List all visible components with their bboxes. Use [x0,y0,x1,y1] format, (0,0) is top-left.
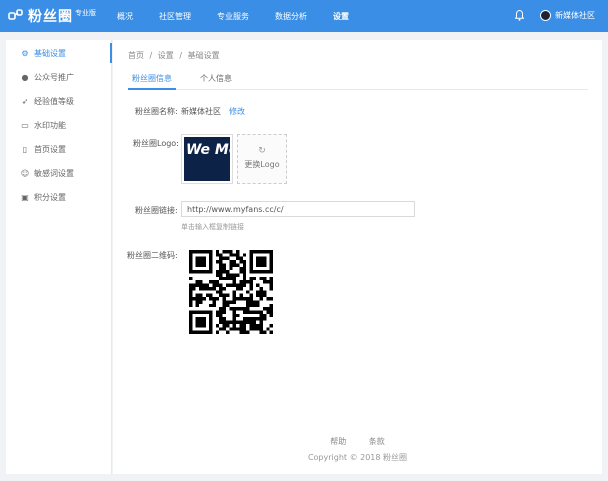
phone-icon: ▯ [22,144,28,154]
topnav-item-community[interactable]: 社区管理 [159,11,191,22]
qr-code-label: 粉丝圈二维码: [127,251,178,260]
logo-label: 粉丝圈Logo: [133,139,179,148]
footer-links: 帮助 条款 [113,436,602,447]
gear-icon: ⚙ [21,48,29,58]
community-name-value: 新媒体社区 [181,107,221,116]
sidebar: ⚙ 基础设置 ● 公众号推广 ➶ 经验值等级 ▭ 水印功能 ▯ 首页设置 ☺ 敏… [6,40,112,474]
topnav-item-analytics[interactable]: 数据分析 [275,11,307,22]
bell-icon[interactable] [515,10,524,21]
breadcrumb-current: 基础设置 [187,51,220,60]
footer-link-help[interactable]: 帮助 [330,437,346,446]
breadcrumb-home[interactable]: 首页 [128,51,144,60]
community-name-label: 粉丝圈名称: [135,107,178,116]
breadcrumb-settings[interactable]: 设置 [158,51,174,60]
tab-community-info[interactable]: 粉丝圈信息 [128,69,176,90]
sidebar-item-experience-levels[interactable]: ➶ 经验值等级 [6,89,111,113]
brand-edition: 专业版 [75,9,96,17]
community-link-input[interactable] [181,201,415,217]
qr-code-image [189,250,273,334]
community-link-label: 粉丝圈链接: [135,206,178,215]
sidebar-item-basic-settings[interactable]: ⚙ 基础设置 [6,41,112,65]
edit-name-button[interactable]: 修改 [229,106,245,117]
top-nav: 概况 社区管理 专业服务 数据分析 设置 [117,0,375,32]
breadcrumb-separator: / [149,51,153,60]
copyright: Copyright © 2018 粉丝圈 [307,453,408,462]
community-logo-image-text: We Medi [186,142,230,158]
refresh-icon: ↻ [258,146,266,156]
topnav-item-settings[interactable]: 设置 [333,11,349,22]
community-logo-preview: We Medi [181,134,233,184]
sidebar-item-label: 水印功能 [34,120,66,130]
brand-name: 粉丝圈 [28,9,73,25]
sidebar-item-label: 基础设置 [34,48,66,58]
topnav-item-services[interactable]: 专业服务 [217,11,249,22]
sidebar-item-homepage-settings[interactable]: ▯ 首页设置 [6,137,111,161]
sidebar-item-points-settings[interactable]: ▣ 积分设置 [6,185,111,209]
brand-logo-icon [8,9,23,20]
brand-logo[interactable]: 粉丝圈 专业版 [8,7,96,25]
community-logo-image: We Medi [184,137,230,181]
sidebar-item-label: 首页设置 [34,144,66,154]
rocket-icon: ➶ [21,96,29,106]
avatar[interactable] [540,10,551,21]
sidebar-item-watermark[interactable]: ▭ 水印功能 [6,113,111,137]
topnav-item-overview[interactable]: 概况 [117,11,133,22]
breadcrumb: 首页 / 设置 / 基础设置 [128,50,223,61]
sidebar-item-label: 公众号推广 [34,72,74,82]
breadcrumb-separator: / [179,51,183,60]
tab-personal-info[interactable]: 个人信息 [196,69,236,90]
sidebar-item-label: 积分设置 [34,192,66,202]
change-logo-label: 更换Logo [244,160,280,169]
sidebar-item-sensitive-words[interactable]: ☺ 敏感词设置 [6,161,111,185]
sidebar-item-label: 经验值等级 [34,96,74,106]
change-logo-button[interactable]: ↻ 更换Logo [237,134,287,184]
user-name[interactable]: 新媒体社区 [555,10,595,21]
points-icon: ▣ [21,192,29,202]
smile-icon: ☺ [20,168,30,178]
sidebar-item-wechat-promotion[interactable]: ● 公众号推广 [6,65,111,89]
top-navigation-bar: 粉丝圈 专业版 概况 社区管理 专业服务 数据分析 设置 新媒体社区 [0,0,608,32]
tab-bar: 粉丝圈信息 个人信息 [128,69,588,90]
wechat-icon: ● [21,72,29,82]
community-link-hint: 单击输入框复制链接 [181,223,244,231]
watermark-icon: ▭ [21,120,29,130]
footer-link-terms[interactable]: 条款 [369,437,385,446]
sidebar-item-label: 敏感词设置 [34,168,74,178]
main-content: 首页 / 设置 / 基础设置 粉丝圈信息 个人信息 粉丝圈名称: 新媒体社区 修… [113,40,602,474]
